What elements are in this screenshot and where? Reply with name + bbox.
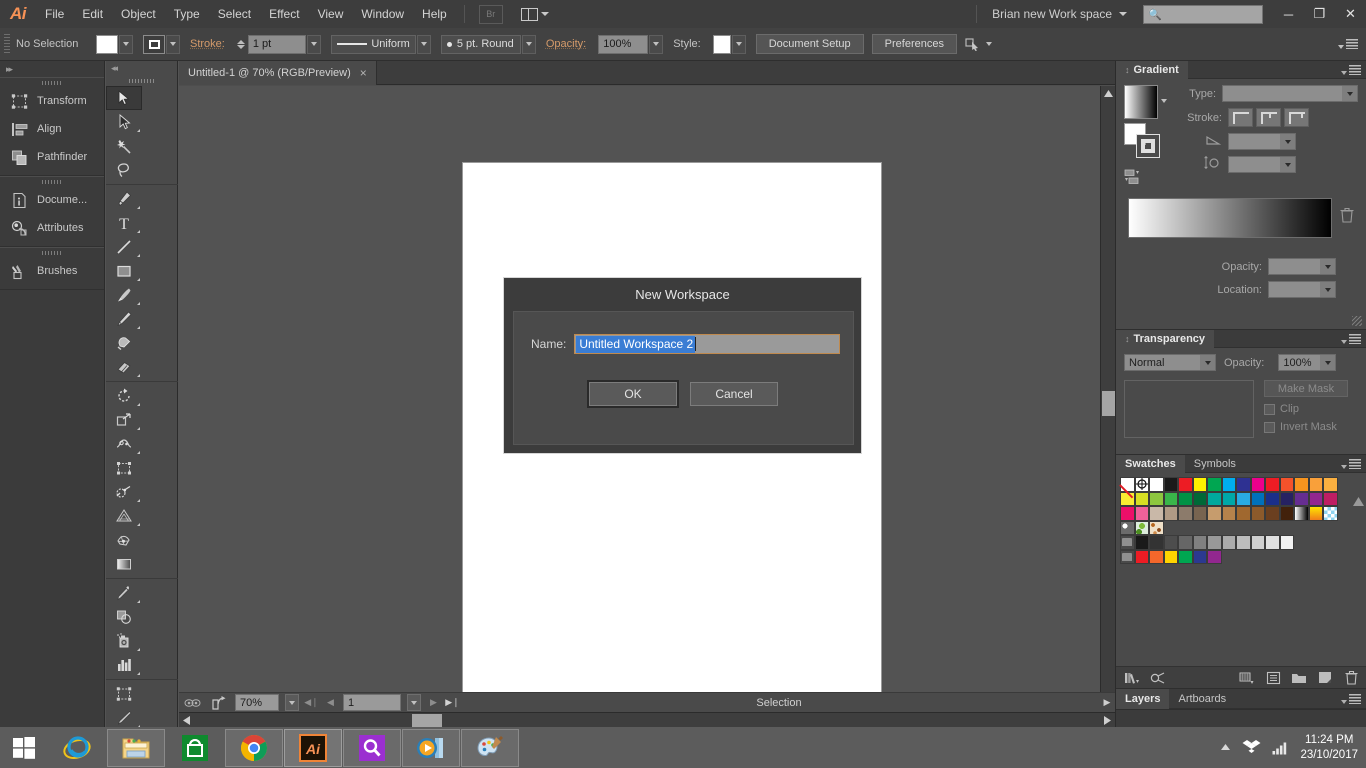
illustrator-window: Ai File Edit Object Type Select Effect V… xyxy=(0,0,1366,768)
dialog-buttons: OK Cancel xyxy=(514,382,853,406)
show-hidden-icons[interactable] xyxy=(1220,743,1231,752)
dialog-name-row: Name: Untitled Workspace 2 xyxy=(514,334,853,354)
dialog-content: Name: Untitled Workspace 2 OK Cancel xyxy=(513,311,854,445)
text-caret xyxy=(695,337,697,351)
taskbar-clock[interactable]: 11:24 PM 23/10/2017 xyxy=(1300,733,1358,763)
cancel-button[interactable]: Cancel xyxy=(690,382,778,406)
new-workspace-dialog: New Workspace Name: Untitled Workspace 2… xyxy=(503,277,862,454)
ok-button[interactable]: OK xyxy=(589,382,677,406)
workspace-name-value: Untitled Workspace 2 xyxy=(576,335,696,353)
media-player-icon[interactable] xyxy=(402,728,460,767)
dropbox-icon[interactable] xyxy=(1242,739,1261,756)
paint-icon[interactable] xyxy=(461,728,519,767)
google-chrome-icon[interactable] xyxy=(225,728,283,767)
search-magnifier-icon[interactable] xyxy=(343,728,401,767)
adobe-illustrator-icon[interactable]: Ai xyxy=(284,728,342,767)
windows-start-icon[interactable] xyxy=(0,727,48,768)
dialog-title: New Workspace xyxy=(635,287,730,302)
clock-date: 23/10/2017 xyxy=(1300,748,1358,761)
windows-taskbar: Ai 11:24 PM 23/10/2017 xyxy=(0,727,1366,768)
microsoft-store-icon[interactable] xyxy=(166,729,224,767)
internet-explorer-icon[interactable] xyxy=(48,729,106,767)
network-signal-icon[interactable] xyxy=(1272,741,1289,755)
svg-text:Ai: Ai xyxy=(305,741,321,757)
file-explorer-icon[interactable] xyxy=(107,728,165,767)
modal-overlay: New Workspace Name: Untitled Workspace 2… xyxy=(0,0,1366,768)
clock-time: 11:24 PM xyxy=(1305,733,1354,746)
name-label: Name: xyxy=(531,337,567,351)
system-tray: 11:24 PM 23/10/2017 xyxy=(1220,727,1366,768)
workspace-name-input[interactable]: Untitled Workspace 2 xyxy=(574,334,841,354)
